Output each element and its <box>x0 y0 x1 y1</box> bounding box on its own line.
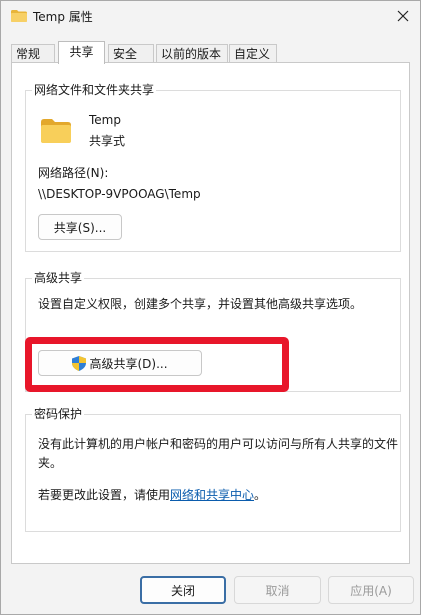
folder-icon <box>41 119 71 143</box>
tab-sharing[interactable]: 共享 <box>58 41 105 64</box>
group-legend: 密码保护 <box>32 407 85 422</box>
close-dialog-button[interactable]: 关闭 <box>140 576 226 604</box>
share-button[interactable]: 共享(S)... <box>38 214 122 240</box>
tab-security[interactable]: 安全 <box>108 44 154 62</box>
password-description-line2: 夹。 <box>38 456 63 470</box>
tab-customize[interactable]: 自定义 <box>229 44 277 62</box>
uac-shield-icon <box>72 355 87 371</box>
close-icon <box>397 10 409 22</box>
group-legend: 高级共享 <box>32 271 85 286</box>
advanced-sharing-button[interactable]: 高级共享(D)... <box>38 350 202 376</box>
close-button[interactable] <box>386 1 420 31</box>
group-legend: 网络文件和文件夹共享 <box>32 83 157 98</box>
network-sharing-center-link[interactable]: 网络和共享中心 <box>170 488 254 502</box>
window-title: Temp 属性 <box>33 10 93 24</box>
folder-icon <box>11 10 27 22</box>
advanced-sharing-description: 设置自定义权限，创建多个共享，并设置其他高级共享选项。 <box>38 297 363 311</box>
change-setting-suffix: 。 <box>254 488 267 502</box>
network-path-value: \\DESKTOP-9VPOOAG\Temp <box>38 187 201 201</box>
properties-dialog: Temp 属性 常规 共享 安全 以前的版本 自定义 网络文件和文件夹共享 Te… <box>0 0 421 615</box>
tab-strip: 常规 共享 安全 以前的版本 自定义 <box>1 41 420 64</box>
tab-general[interactable]: 常规 <box>11 44 55 62</box>
cancel-button[interactable]: 取消 <box>234 576 321 604</box>
password-protection-group: 密码保护 <box>25 407 401 532</box>
network-path-label: 网络路径(N): <box>38 166 109 180</box>
advanced-sharing-button-label: 高级共享(D)... <box>89 356 168 371</box>
share-status: 共享式 <box>89 134 126 148</box>
password-description-line1: 没有此计算机的用户帐户和密码的用户可以访问与所有人共享的文件 <box>38 437 399 451</box>
apply-button[interactable]: 应用(A) <box>328 576 414 604</box>
tab-previous-versions[interactable]: 以前的版本 <box>156 44 228 62</box>
change-setting-text: 若要更改此设置，请使用网络和共享中心。 <box>38 487 266 503</box>
change-setting-prefix: 若要更改此设置，请使用 <box>38 488 171 502</box>
folder-name: Temp <box>89 113 121 127</box>
title-bar: Temp 属性 <box>1 1 420 33</box>
